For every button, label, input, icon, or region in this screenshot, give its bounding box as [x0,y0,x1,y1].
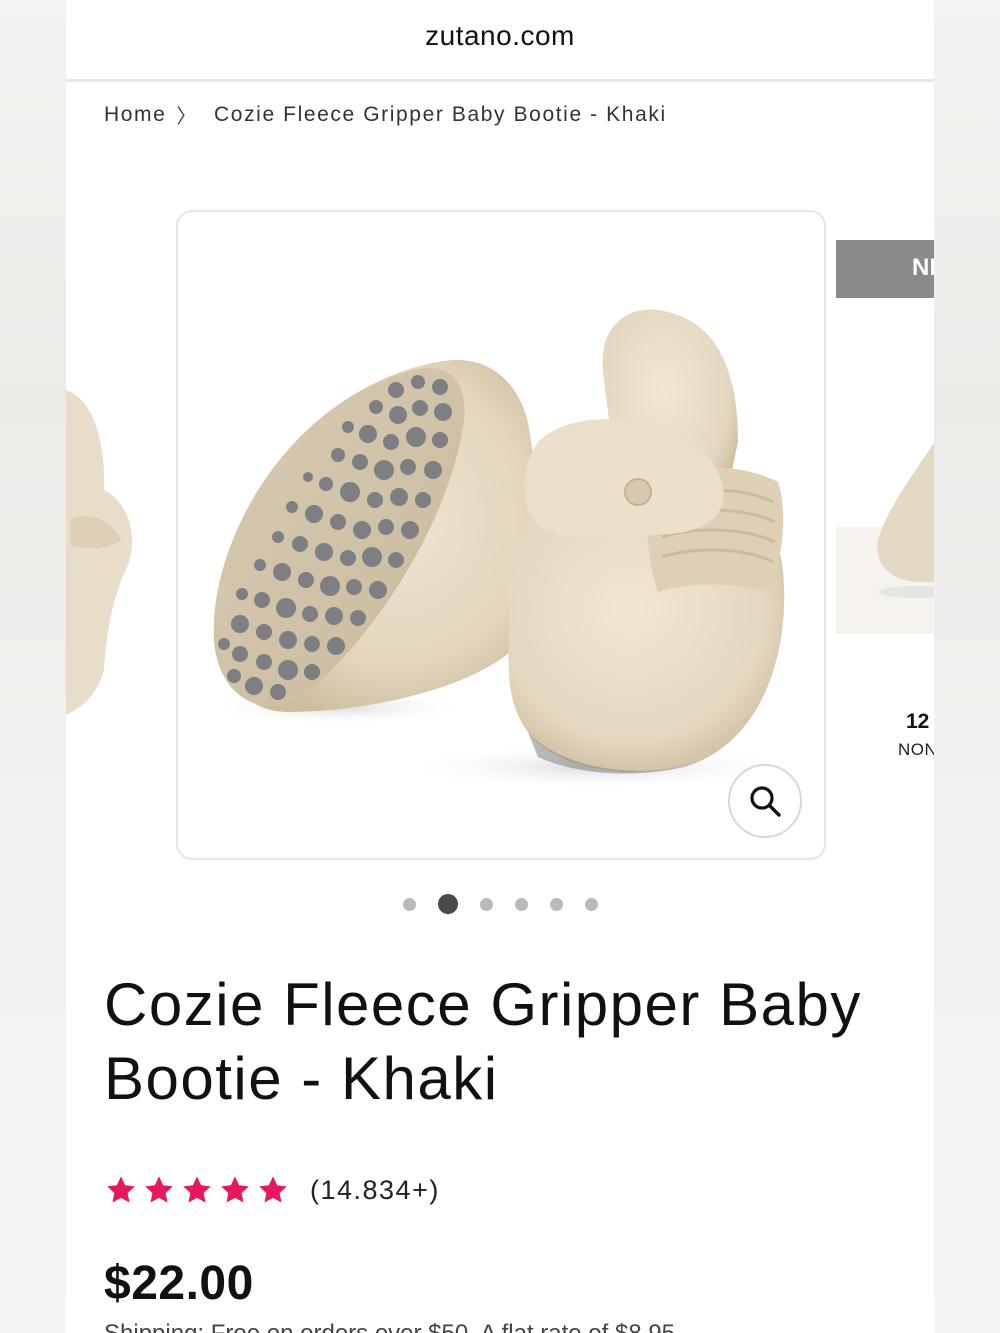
backdrop-left [0,0,66,1333]
breadcrumb-current: Cozie Fleece Gripper Baby Bootie - Khaki [214,102,667,126]
star-icon [145,1176,173,1203]
product-image-card[interactable] [176,210,826,860]
chevron-right-icon: 〉 [176,106,199,128]
shipping-info: Shipping: Free on orders over $50. A fla… [104,1322,904,1333]
review-count[interactable]: (14.834+) [310,1175,440,1206]
product-photo [208,309,798,789]
next-product-image [836,300,934,634]
next-product-bootie-image [877,442,934,598]
star-icon [183,1176,211,1203]
next-product-peek[interactable]: NE 12 NON [836,240,934,780]
star-icon [221,1176,249,1203]
browser-address-bar[interactable]: zutano.com [66,0,934,82]
carousel-dot[interactable] [402,897,416,911]
next-product-subtitle: NON [898,740,934,759]
previous-slide-peek[interactable] [66,370,138,720]
backdrop-right [934,0,1000,1333]
magnifier-icon [750,786,781,817]
product-title: Cozie Fleece Gripper Baby Bootie - Khaki [104,971,862,1112]
carousel-dot[interactable] [514,897,528,911]
carousel-dot[interactable] [584,897,598,911]
carousel-pagination [66,892,934,916]
carousel-dot[interactable] [549,897,563,911]
carousel-dot[interactable] [437,894,458,914]
next-product-age: 12 [906,710,930,733]
product-rating[interactable]: (14.834+) [104,1174,440,1206]
product-price: $22.00 [104,1257,254,1310]
previous-slide-image [66,390,133,715]
address-url[interactable]: zutano.com [425,20,575,52]
new-badge: NE [836,240,934,298]
carousel-dot[interactable] [479,897,493,911]
star-icon [259,1176,287,1203]
star-rating [104,1174,290,1206]
breadcrumb-home-link[interactable]: Home [104,103,166,127]
star-icon [107,1176,135,1203]
product-page: zutano.com Home 〉 Cozie Fleece Gripper B… [66,0,934,1333]
zoom-button[interactable] [728,764,802,838]
breadcrumb: Home 〉 Cozie Fleece Gripper Baby Bootie … [104,100,667,129]
